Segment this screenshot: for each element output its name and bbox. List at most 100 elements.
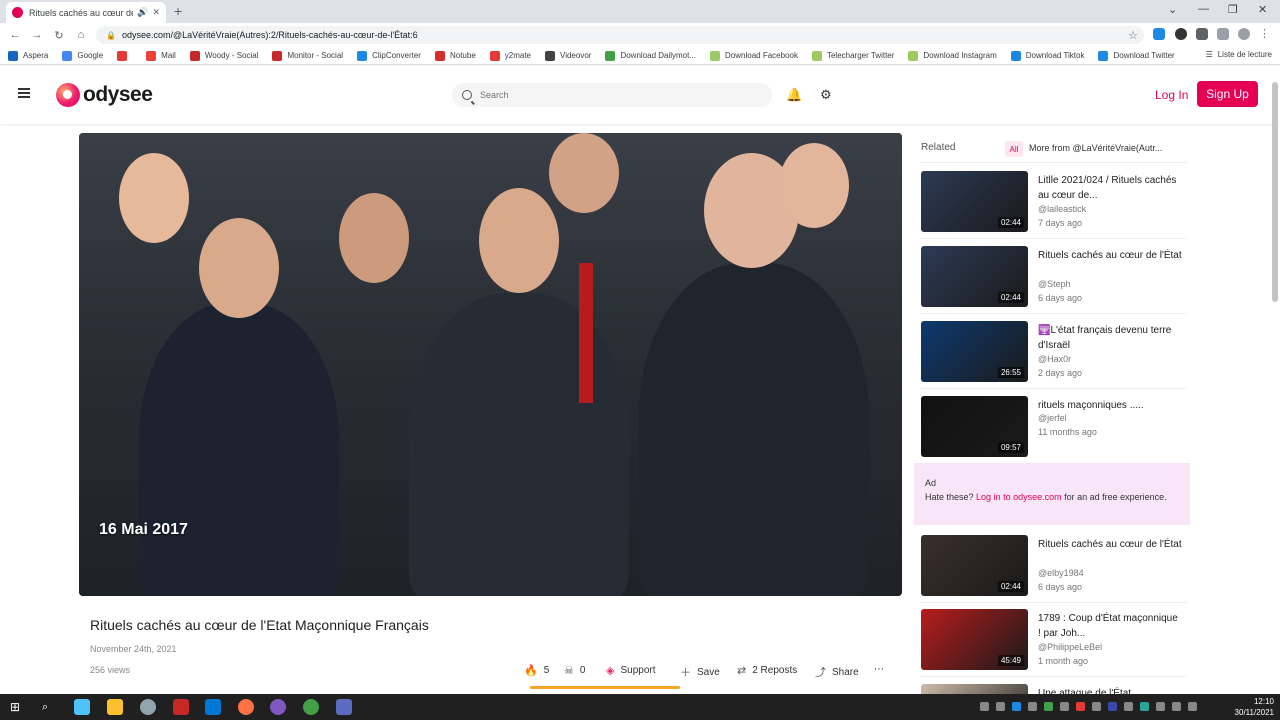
network-icon[interactable] bbox=[1156, 702, 1165, 711]
bookmark-item[interactable] bbox=[117, 50, 132, 61]
tab-search-icon[interactable]: ⌄ bbox=[1168, 3, 1177, 16]
bookmark-item[interactable]: Download Facebook bbox=[710, 50, 798, 61]
bookmark-star-icon[interactable]: ☆ bbox=[1128, 29, 1138, 42]
bookmark-item[interactable]: Telecharger Twitter bbox=[811, 50, 894, 61]
related-video-channel[interactable]: @PhilippeLeBel bbox=[1038, 642, 1102, 652]
address-bar[interactable]: 🔒 odysee.com/@LaVéritéVraie(Autres):2/Ri… bbox=[96, 26, 1144, 44]
search-bar[interactable] bbox=[452, 83, 772, 107]
notification-bell-icon[interactable]: 🔔 bbox=[786, 87, 802, 103]
bookmark-item[interactable]: Videovor bbox=[545, 50, 591, 61]
support-button[interactable]: ◈ Support bbox=[606, 664, 656, 677]
related-video-item[interactable]: 26:55 🕎L'état français devenu terre d'Isr… bbox=[921, 321, 1187, 383]
firefox-icon[interactable] bbox=[238, 699, 254, 715]
browser-tab[interactable]: Rituels cachés au cœur de l'É 🔊 ✕ bbox=[6, 2, 166, 23]
chrome-icon[interactable] bbox=[303, 699, 319, 715]
reload-icon[interactable]: ↻ bbox=[48, 29, 70, 42]
related-video-channel[interactable]: @elby1984 bbox=[1038, 568, 1084, 578]
related-video-title[interactable]: 🕎L'état français devenu terre d'Israël bbox=[1038, 323, 1183, 353]
taskbar-clock[interactable]: 12:10 30/11/2021 bbox=[1235, 696, 1274, 718]
related-video-item[interactable]: 02:44 Litlle 2021/024 / Rituels cachés au… bbox=[921, 171, 1187, 233]
volume-icon[interactable] bbox=[1172, 702, 1181, 711]
related-video-thumbnail[interactable]: 02:44 bbox=[921, 246, 1028, 307]
related-video-thumbnail[interactable]: 26:55 bbox=[921, 321, 1028, 382]
share-button[interactable]: ⤴ Share bbox=[815, 664, 859, 680]
related-video-thumbnail[interactable]: 02:44 bbox=[921, 535, 1028, 596]
related-video-title[interactable]: 1789 : Coup d'État maçonnique ! par Joh.… bbox=[1038, 611, 1183, 641]
related-video-item[interactable]: 45:49 1789 : Coup d'État maçonnique ! par… bbox=[921, 609, 1187, 671]
bookmark-item[interactable]: Google bbox=[62, 50, 103, 61]
dislike-button[interactable]: ☠ 0 bbox=[564, 664, 585, 677]
tray-icon[interactable] bbox=[996, 702, 1005, 711]
related-video-title[interactable]: Une attaque de l'État bbox=[1038, 686, 1183, 694]
more-options-button[interactable]: ⋯ bbox=[874, 664, 884, 675]
restore-icon[interactable]: ❐ bbox=[1228, 3, 1238, 16]
app-icon[interactable] bbox=[270, 699, 286, 715]
extension-icon[interactable] bbox=[1175, 28, 1187, 40]
search-input[interactable] bbox=[480, 90, 740, 100]
related-video-item[interactable]: 02:44 Rituels cachés au cœur de l'État @el… bbox=[921, 535, 1187, 597]
media-control-icon[interactable] bbox=[1217, 28, 1229, 40]
bookmark-item[interactable]: Download Twitter bbox=[1098, 50, 1175, 61]
app-icon[interactable] bbox=[336, 699, 352, 715]
related-video-thumbnail[interactable] bbox=[921, 684, 1028, 694]
related-video-item[interactable]: Une attaque de l'État bbox=[921, 684, 1187, 694]
forward-icon[interactable]: → bbox=[26, 29, 48, 41]
repost-button[interactable]: ⇄ 2 Reposts bbox=[737, 664, 797, 677]
bookmark-item[interactable]: ClipConverter bbox=[357, 50, 421, 61]
search-taskbar-icon[interactable]: ⌕ bbox=[42, 699, 58, 715]
related-video-channel[interactable]: @Steph bbox=[1038, 279, 1071, 289]
file-explorer-icon[interactable] bbox=[107, 699, 123, 715]
bookmark-item[interactable]: Download Instagram bbox=[908, 50, 997, 61]
signup-button[interactable]: Sign Up bbox=[1197, 81, 1258, 107]
related-video-title[interactable]: Rituels cachés au cœur de l'État bbox=[1038, 248, 1183, 263]
tray-icon[interactable] bbox=[1140, 702, 1149, 711]
tray-icon[interactable] bbox=[980, 702, 989, 711]
app-icon[interactable] bbox=[74, 699, 90, 715]
minimize-icon[interactable]: — bbox=[1198, 3, 1209, 15]
settings-gear-icon[interactable]: ⚙ bbox=[820, 87, 832, 103]
bookmark-item[interactable]: Mail bbox=[146, 50, 176, 61]
close-window-icon[interactable]: ✕ bbox=[1258, 3, 1267, 16]
bookmark-item[interactable]: Notube bbox=[434, 50, 476, 61]
bookmark-item[interactable]: Woody - Social bbox=[189, 50, 258, 61]
home-icon[interactable]: ⌂ bbox=[70, 29, 92, 41]
ad-login-link[interactable]: Log in to odysee.com bbox=[976, 492, 1062, 502]
related-video-thumbnail[interactable]: 09:57 bbox=[921, 396, 1028, 457]
related-video-item[interactable]: 09:57 rituels maçonniques ..... @jerfel 11 … bbox=[921, 396, 1187, 458]
tray-icon[interactable] bbox=[1124, 702, 1133, 711]
tray-icon[interactable] bbox=[1108, 702, 1117, 711]
windows-start-icon[interactable]: ⊞ bbox=[10, 699, 26, 715]
video-player[interactable]: 16 Mai 2017 bbox=[79, 133, 902, 596]
related-video-thumbnail[interactable]: 45:49 bbox=[921, 609, 1028, 670]
scrollbar-thumb[interactable] bbox=[1272, 82, 1278, 302]
back-icon[interactable]: ← bbox=[4, 29, 26, 41]
app-icon[interactable] bbox=[140, 699, 156, 715]
bookmark-item[interactable]: Download Dailymot... bbox=[605, 50, 696, 61]
filezilla-icon[interactable] bbox=[173, 699, 189, 715]
tray-icon[interactable] bbox=[1028, 702, 1037, 711]
odysee-logo[interactable]: odysee bbox=[56, 83, 153, 107]
extensions-puzzle-icon[interactable] bbox=[1196, 28, 1208, 40]
related-video-channel[interactable]: @Hax0r bbox=[1038, 354, 1071, 364]
reading-list-button[interactable]: ☰ Liste de lecture bbox=[1206, 50, 1272, 59]
tray-icon[interactable] bbox=[1188, 702, 1197, 711]
related-video-channel[interactable]: @jerfel bbox=[1038, 413, 1067, 423]
speaker-icon[interactable]: 🔊 bbox=[137, 7, 148, 18]
new-tab-button[interactable]: + bbox=[174, 3, 182, 19]
related-video-title[interactable]: Litlle 2021/024 / Rituels cachés au cœur… bbox=[1038, 173, 1183, 203]
tray-icon[interactable] bbox=[1060, 702, 1069, 711]
related-filter-more-from[interactable]: More from @LaVéritéVraie(Autr... bbox=[1029, 143, 1179, 153]
related-video-title[interactable]: rituels maçonniques ..... bbox=[1038, 398, 1183, 413]
tray-icon[interactable] bbox=[1076, 702, 1085, 711]
hamburger-menu-icon[interactable] bbox=[18, 88, 30, 98]
bookmark-item[interactable]: Monitor - Social bbox=[272, 50, 343, 61]
tray-icon[interactable] bbox=[1092, 702, 1101, 711]
related-filter-all[interactable]: All bbox=[1005, 141, 1023, 157]
tray-icon[interactable] bbox=[1044, 702, 1053, 711]
extension-download-icon[interactable] bbox=[1153, 28, 1165, 40]
related-video-item[interactable]: 02:44 Rituels cachés au cœur de l'État @St… bbox=[921, 246, 1187, 308]
related-video-channel[interactable]: @laileastick bbox=[1038, 204, 1086, 214]
bookmark-item[interactable]: Download Tiktok bbox=[1010, 50, 1084, 61]
close-tab-icon[interactable]: ✕ bbox=[152, 7, 160, 18]
tray-icon[interactable] bbox=[1012, 702, 1021, 711]
